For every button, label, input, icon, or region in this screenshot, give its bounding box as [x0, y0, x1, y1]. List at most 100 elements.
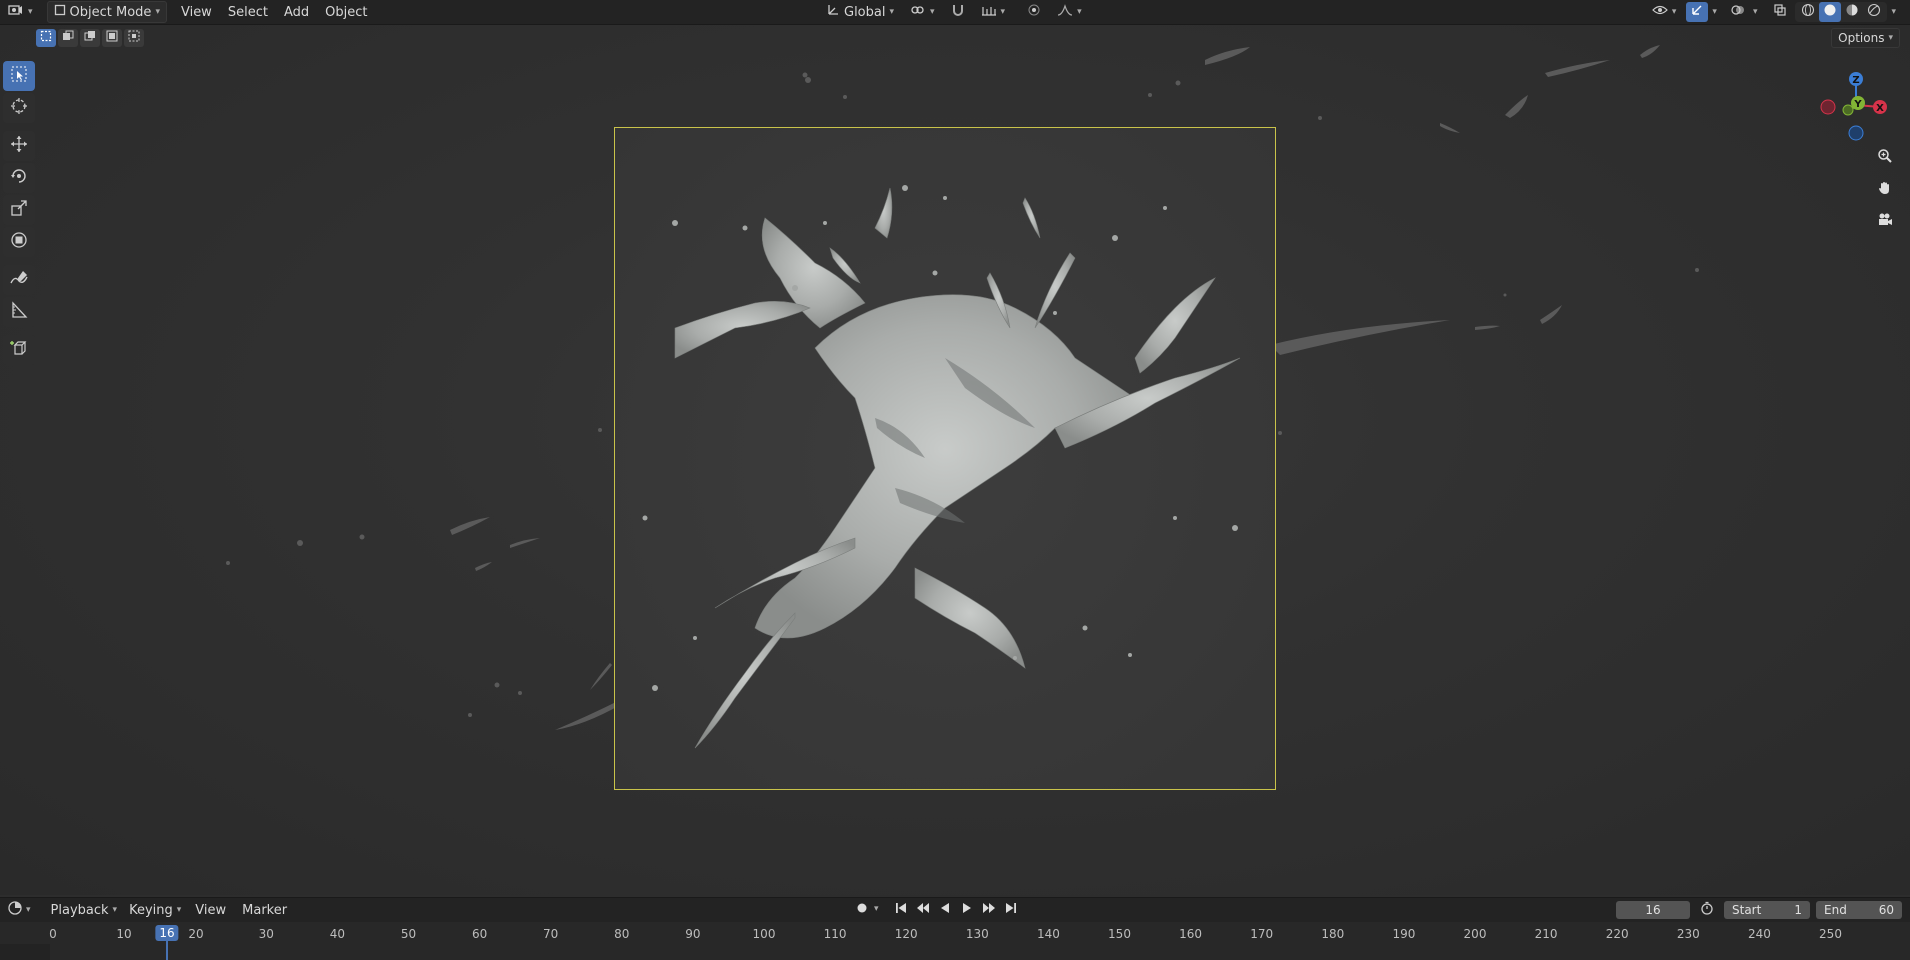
chevron-down-icon[interactable]: ▾	[1891, 7, 1896, 17]
tool-move[interactable]	[3, 131, 35, 161]
select-mode-extend-button[interactable]	[58, 29, 78, 47]
shading-material-button[interactable]	[1841, 2, 1863, 22]
menu-marker[interactable]: Marker	[234, 900, 295, 920]
jump-start-icon	[895, 902, 907, 917]
mode-label: Object Mode	[69, 4, 152, 20]
select-cursor-icon	[10, 65, 28, 87]
out-of-range-shade-left	[0, 944, 50, 960]
navigation-gizmo[interactable]: Z X Y	[1810, 57, 1900, 147]
transform-controls: Global ▾ ▾ ▾ ▾	[820, 2, 1088, 22]
orientation-label: Global	[844, 4, 886, 20]
timeline-editor-type-button[interactable]: ▾	[2, 900, 37, 920]
jump-to-start-button[interactable]	[891, 900, 911, 918]
ruler-tick-label: 120	[894, 927, 918, 941]
select-mode-invert-button[interactable]	[102, 29, 122, 47]
chevron-down-icon: ▾	[889, 7, 895, 17]
zoom-button[interactable]	[1872, 145, 1898, 171]
tool-settings-bar: Options ▾	[0, 26, 1910, 50]
chevron-down-icon[interactable]: ▾	[874, 904, 879, 914]
playhead-line[interactable]	[166, 940, 168, 960]
shading-solid-button[interactable]	[1819, 2, 1842, 22]
ruler-tick-label: 230	[1676, 927, 1700, 941]
ruler-tick-label: 150	[1108, 927, 1131, 941]
tool-scale[interactable]	[3, 195, 35, 225]
camera-view-button[interactable]	[1872, 209, 1898, 235]
ruler-tick-label: 130	[965, 927, 989, 941]
jump-to-end-button[interactable]	[1001, 900, 1021, 918]
zoom-magnifier-icon	[1877, 148, 1893, 168]
gizmo-neg-x-axis[interactable]	[1820, 99, 1836, 115]
pan-button[interactable]	[1872, 177, 1898, 203]
play-button[interactable]	[957, 900, 977, 918]
tool-select-box[interactable]	[3, 61, 35, 91]
gizmo-neg-z-axis[interactable]	[1848, 125, 1864, 141]
tool-annotate[interactable]	[3, 265, 35, 295]
snap-increment-icon	[981, 3, 997, 21]
menu-playback[interactable]: Playback ▾	[45, 900, 124, 920]
end-label: End	[1824, 903, 1847, 917]
ruler-tick-label: 110	[823, 927, 847, 941]
menu-timeline-view[interactable]: View	[187, 900, 234, 920]
tool-transform[interactable]	[3, 227, 35, 257]
snap-target-select[interactable]: ▾	[975, 2, 1012, 22]
current-frame-field[interactable]: 16	[1616, 901, 1690, 919]
timeline-header: ▾ Playback ▾ Keying ▾ View Marker ▾ 16 S…	[0, 897, 1910, 922]
tool-measure[interactable]	[3, 297, 35, 327]
select-subtract-icon	[84, 30, 96, 46]
falloff-select[interactable]: ▾	[1051, 2, 1088, 22]
start-frame-field[interactable]: Start 1	[1724, 901, 1810, 919]
ruler-tick-label: 40	[329, 927, 346, 941]
ruler-tick-label: 220	[1605, 927, 1629, 941]
gizmo-toggle[interactable]	[1686, 2, 1709, 22]
select-mode-subtract-button[interactable]	[80, 29, 100, 47]
select-new-icon	[40, 30, 52, 46]
tool-cursor[interactable]	[3, 93, 35, 123]
ruler-tick-label: 210	[1534, 927, 1558, 941]
pivot-point-select[interactable]: ▾	[904, 2, 941, 22]
tool-add-cube[interactable]	[3, 335, 35, 365]
end-frame-field[interactable]: End 60	[1816, 901, 1902, 919]
jump-to-keyframe-prev-button[interactable]	[913, 900, 933, 918]
snap-toggle[interactable]	[945, 2, 971, 22]
chevron-down-icon[interactable]: ▾	[1753, 7, 1758, 17]
proportional-edit-icon	[1027, 3, 1041, 21]
menu-keying[interactable]: Keying ▾	[123, 900, 187, 920]
viewport-header: ▾ Object Mode ▾ View Select Add Object G…	[0, 0, 1910, 25]
timeline-ruler[interactable]: 0 10 20 30 40 50 60 70 80 90 100 110 120 130 140 150 160…	[0, 922, 1910, 960]
select-mode-intersect-button[interactable]	[124, 29, 144, 47]
xray-icon	[1773, 3, 1787, 21]
jump-to-keyframe-next-button[interactable]	[979, 900, 999, 918]
preview-range-toggle[interactable]	[1696, 900, 1718, 920]
visibility-select[interactable]: ▾	[1646, 2, 1683, 22]
editor-type-button[interactable]: ▾	[2, 2, 39, 22]
mode-select[interactable]: Object Mode ▾	[46, 1, 167, 23]
camera-icon	[1877, 212, 1893, 232]
overlay-toggle[interactable]	[1727, 2, 1749, 22]
play-reverse-button[interactable]	[935, 900, 955, 918]
record-button[interactable]	[852, 900, 872, 918]
ruler-tick-label: 190	[1392, 927, 1416, 941]
clock-icon	[8, 901, 22, 919]
viewport-nav-buttons	[1872, 145, 1898, 235]
ruler-tick-label: 250	[1819, 927, 1842, 941]
overlay-icon	[1730, 3, 1746, 21]
3d-viewport[interactable]: Z X Y	[0, 25, 1910, 895]
xray-toggle[interactable]	[1769, 2, 1791, 22]
menu-add[interactable]: Add	[276, 2, 317, 22]
menu-view[interactable]: View	[173, 2, 220, 22]
shading-wireframe-button[interactable]	[1797, 2, 1819, 22]
tool-rotate[interactable]	[3, 163, 35, 193]
chevron-down-icon[interactable]: ▾	[1712, 7, 1717, 17]
menu-object[interactable]: Object	[317, 2, 375, 22]
menu-select[interactable]: Select	[220, 2, 276, 22]
3d-cursor-icon	[10, 97, 28, 119]
gizmo-neg-y-axis[interactable]	[1842, 104, 1854, 116]
playhead-frame-badge[interactable]: 16	[155, 925, 179, 941]
options-dropdown[interactable]: Options ▾	[1831, 28, 1900, 48]
ruler-tick-label: 90	[685, 927, 701, 941]
transform-orientation-select[interactable]: Global ▾	[820, 2, 900, 22]
select-mode-new-button[interactable]	[36, 29, 56, 47]
shading-rendered-button[interactable]	[1863, 2, 1885, 22]
keying-label: Keying	[129, 902, 173, 918]
proportional-edit-toggle[interactable]	[1021, 2, 1047, 22]
